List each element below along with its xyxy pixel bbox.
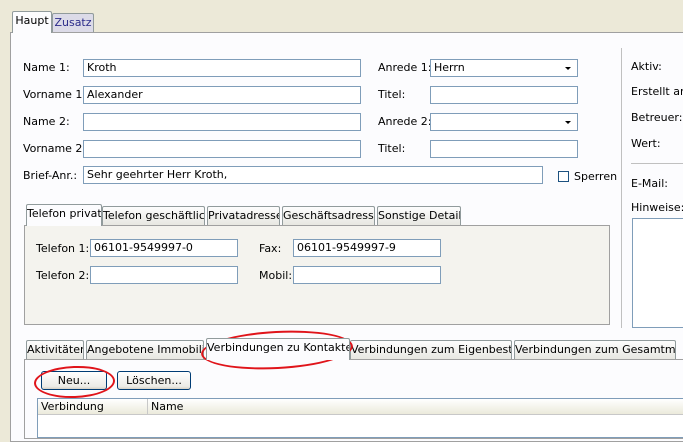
- tel1-label: Telefon 1:: [36, 242, 90, 255]
- name2-field[interactable]: [83, 113, 361, 131]
- anrede1-value: Herrn: [434, 61, 465, 74]
- vorname1-label: Vorname 1:: [23, 88, 87, 101]
- brief-anrede-field[interactable]: Sehr geehrter Herr Kroth,: [83, 166, 543, 184]
- aktiv-label: Aktiv:: [631, 60, 662, 73]
- sperren-label: Sperren: [574, 170, 618, 183]
- name1-field[interactable]: Kroth: [83, 59, 361, 77]
- hinweise-field[interactable]: [632, 218, 683, 328]
- erstellt-label: Erstellt am:: [631, 85, 683, 98]
- tab-aktivitaeten[interactable]: Aktivitäten: [26, 340, 84, 360]
- titel2-label: Titel:: [378, 142, 406, 155]
- chevron-down-icon: [565, 121, 571, 124]
- hinweise-label: Hinweise:: [631, 201, 683, 214]
- brief-label: Brief-Anr.:: [23, 169, 78, 182]
- tab-haupt[interactable]: Haupt: [12, 11, 52, 33]
- titel1-field[interactable]: [430, 86, 578, 104]
- tel2-label: Telefon 2:: [36, 269, 90, 282]
- tab-verbindungen-gesamtmarkt[interactable]: Verbindungen zum Gesamtmarkt: [514, 340, 676, 360]
- mobil-label: Mobil:: [259, 269, 293, 282]
- tab-telefon-geschaeftlich[interactable]: Telefon geschäftlich: [102, 206, 205, 226]
- wert-label: Wert:: [631, 137, 661, 150]
- anrede2-select[interactable]: [430, 113, 578, 131]
- delete-button[interactable]: Löschen...: [117, 371, 191, 390]
- anrede1-label: Anrede 1:: [378, 61, 432, 74]
- titel2-field[interactable]: [430, 140, 578, 158]
- chevron-down-icon: [565, 67, 571, 70]
- name2-label: Name 2:: [23, 115, 70, 128]
- vorname2-field[interactable]: [83, 140, 361, 158]
- tab-verbindungen-eigenbestand[interactable]: Verbindungen zum Eigenbestand: [350, 340, 512, 360]
- anrede2-label: Anrede 2:: [378, 115, 432, 128]
- side-divider: [621, 48, 622, 328]
- betreuer-label: Betreuer:: [631, 111, 683, 124]
- vorname2-label: Vorname 2:: [23, 142, 87, 155]
- tab-angebotene-immobilien[interactable]: Angebotene Immobilien: [86, 340, 204, 360]
- tel2-field[interactable]: [90, 266, 238, 284]
- tab-zusatz[interactable]: Zusatz: [52, 13, 94, 33]
- connections-table: Verbindung Name: [37, 398, 683, 438]
- new-button[interactable]: Neu...: [41, 371, 107, 390]
- tab-verbindungen-kontakte[interactable]: Verbindungen zu Kontakten: [206, 338, 350, 360]
- tab-privatadresse[interactable]: Privatadresse: [207, 206, 280, 226]
- fax-label: Fax:: [259, 242, 282, 255]
- side-separator: [631, 163, 683, 164]
- fax-field[interactable]: 06101-9549997-9: [293, 239, 441, 257]
- titel1-label: Titel:: [378, 88, 406, 101]
- tab-telefon-privat[interactable]: Telefon privat: [26, 204, 102, 226]
- tel1-field[interactable]: 06101-9549997-0: [90, 239, 238, 257]
- name1-label: Name 1:: [23, 61, 70, 74]
- email-label: E-Mail:: [631, 177, 668, 190]
- tab-geschaeftsadresse[interactable]: Geschäftsadresse: [282, 206, 375, 226]
- tab-sonstige-details[interactable]: Sonstige Details: [377, 206, 461, 226]
- vorname1-field[interactable]: Alexander: [83, 86, 361, 104]
- sperren-checkbox[interactable]: [558, 171, 569, 182]
- mobil-field[interactable]: [293, 266, 441, 284]
- column-header-name[interactable]: Name: [148, 399, 683, 415]
- column-header-verbindung[interactable]: Verbindung: [38, 399, 148, 415]
- anrede1-select[interactable]: Herrn: [430, 59, 578, 77]
